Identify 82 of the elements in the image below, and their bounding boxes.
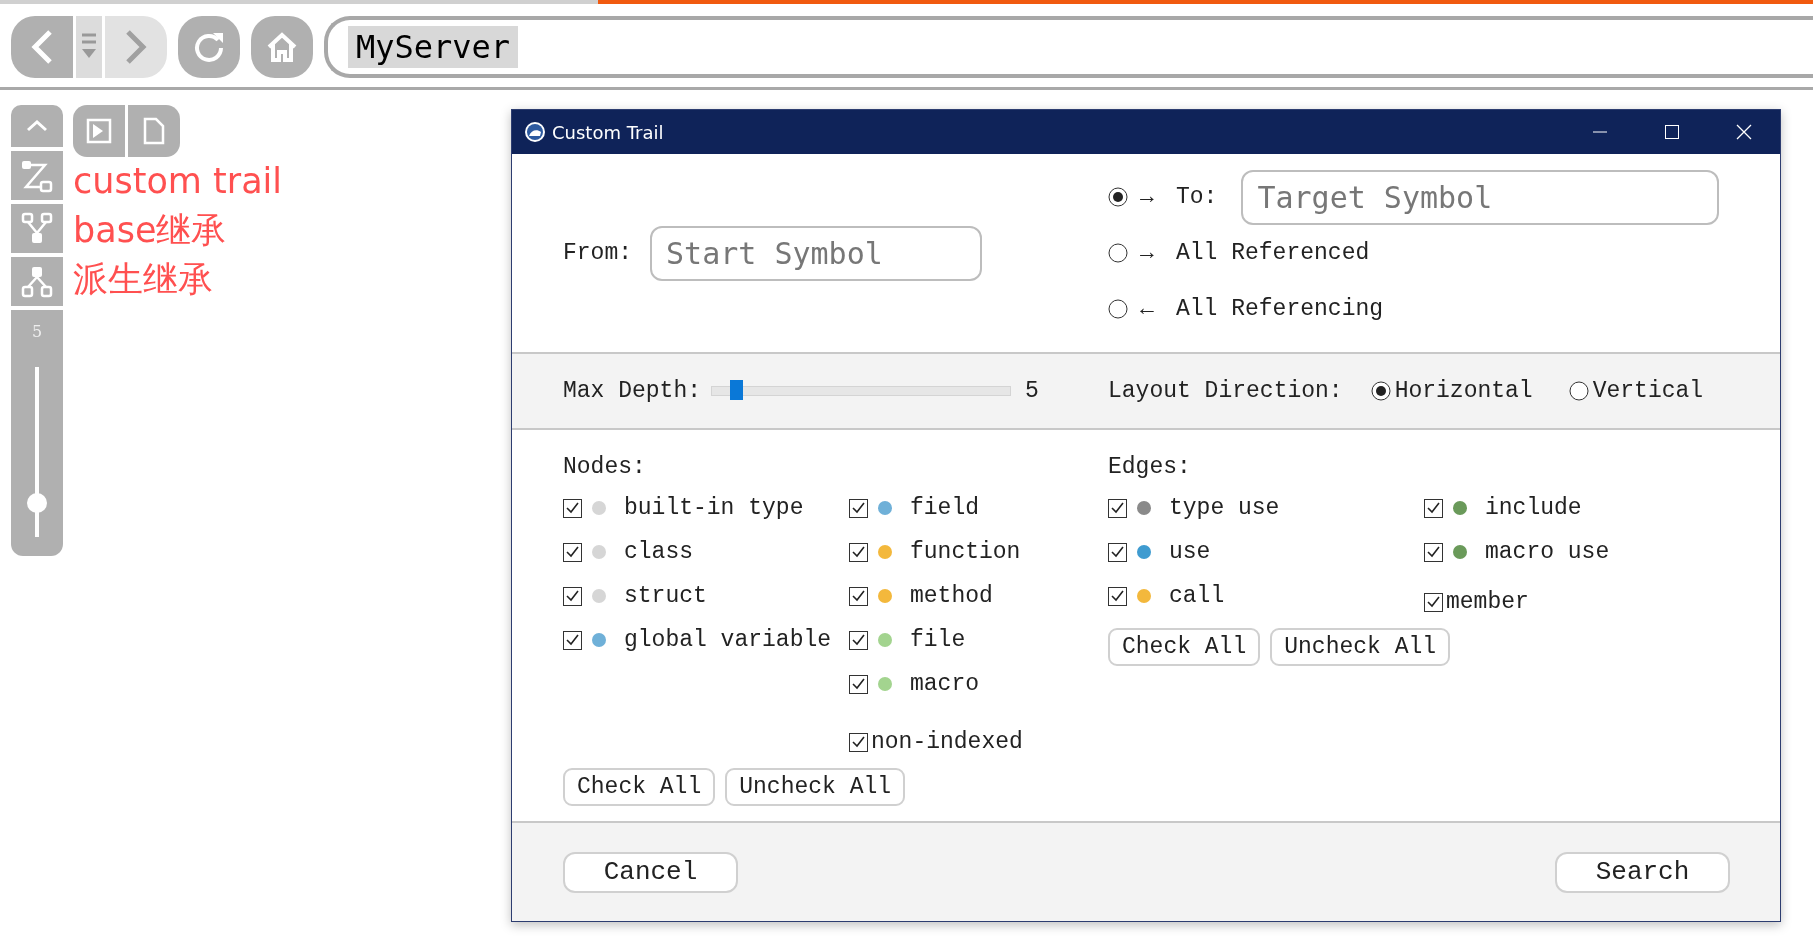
radio-button[interactable]: [1370, 381, 1391, 401]
slider-thumb[interactable]: [27, 493, 47, 513]
chevron-up-icon: [26, 120, 48, 132]
back-icon: [30, 29, 54, 65]
trail-icon: [20, 158, 54, 193]
checkbox-label: member: [1446, 589, 1529, 615]
checkbox[interactable]: [1424, 498, 1443, 518]
target-symbol-field[interactable]: Target Symbol: [1241, 169, 1720, 225]
checkbox-label: file: [910, 627, 966, 653]
from-label: From:: [563, 240, 632, 266]
checkbox-label: method: [910, 583, 993, 609]
option-label: To:: [1176, 184, 1218, 210]
section-title: Edges:: [1108, 453, 1192, 482]
checkbox[interactable]: [849, 498, 868, 518]
checkbox[interactable]: [1108, 542, 1127, 562]
arrow-label: →: [1140, 184, 1155, 210]
nodes-toggle-button[interactable]: Check All: [563, 768, 716, 806]
section-title: Nodes:: [563, 453, 647, 482]
checkbox-label: call: [1169, 583, 1225, 609]
checkbox[interactable]: [1108, 498, 1127, 518]
reload-icon: [193, 31, 225, 63]
annotation-label: 派生继承: [73, 258, 214, 301]
file-icon: [143, 117, 165, 145]
option-label: All Referenced: [1176, 240, 1370, 266]
maximize-icon: [1665, 125, 1679, 139]
nodes-toggle-button[interactable]: Uncheck All: [725, 768, 906, 806]
checkbox[interactable]: [849, 732, 868, 752]
checkbox-label: macro use: [1485, 539, 1610, 565]
checkbox[interactable]: [849, 586, 868, 606]
minimize-icon: [1593, 131, 1607, 133]
close-icon: [1736, 124, 1752, 140]
checkbox-label: non-indexed: [871, 729, 1023, 755]
hierarchy-up-icon: [20, 211, 54, 246]
arrow-label: →: [1140, 240, 1155, 266]
option-label: Horizontal: [1394, 378, 1533, 404]
radio-button[interactable]: [1108, 299, 1128, 319]
option-label: Vertical: [1592, 378, 1704, 404]
option-label: All Referencing: [1176, 296, 1384, 322]
terminal-icon: [86, 118, 112, 144]
checkbox[interactable]: [1424, 592, 1443, 612]
checkbox-label: global variable: [624, 627, 832, 653]
checkbox-label: include: [1485, 495, 1582, 521]
slider-thumb[interactable]: [729, 380, 743, 400]
checkbox-label: class: [624, 539, 693, 565]
checkbox[interactable]: [849, 542, 868, 562]
checkbox-label: struct: [624, 583, 707, 609]
forward-button[interactable]: [105, 16, 167, 78]
hierarchy-down-icon: [20, 264, 54, 299]
radio-button[interactable]: [1108, 243, 1128, 263]
annotation-label: base继承: [73, 209, 228, 252]
radio-button[interactable]: [1108, 187, 1128, 207]
checkbox[interactable]: [1424, 542, 1443, 562]
layout-direction-label: Layout Direction:: [1108, 378, 1343, 404]
window-title: Custom Trail: [552, 121, 665, 143]
checkbox-label: macro: [910, 671, 979, 697]
arrow-label: ←: [1140, 296, 1155, 322]
home-icon: [266, 31, 298, 63]
checkbox-label: function: [910, 539, 1021, 565]
address-field[interactable]: MyServer: [324, 16, 1813, 78]
forward-icon: [124, 29, 148, 65]
dialog-button[interactable]: Search: [1555, 851, 1730, 893]
checkbox-label: type use: [1169, 495, 1280, 521]
checkbox[interactable]: [849, 674, 868, 694]
max-depth-label: Max Depth:: [563, 378, 702, 404]
checkbox[interactable]: [849, 630, 868, 650]
checkbox-label: use: [1169, 539, 1211, 565]
start-symbol-field[interactable]: Start Symbol: [650, 225, 982, 281]
checkbox[interactable]: [563, 630, 582, 650]
checkbox[interactable]: [563, 586, 582, 606]
radio-button[interactable]: [1568, 381, 1589, 401]
annotation-label: custom trail: [73, 160, 283, 203]
edges-toggle-button[interactable]: Check All: [1108, 628, 1261, 666]
checkbox-label: built-in type: [624, 495, 804, 521]
depth-value: 5: [1025, 378, 1039, 404]
dialog-button[interactable]: Cancel: [563, 851, 738, 893]
app-icon: [524, 121, 546, 143]
checkbox[interactable]: [563, 542, 582, 562]
checkbox[interactable]: [1108, 586, 1127, 606]
checkbox[interactable]: [563, 498, 582, 518]
depth-value: 5: [31, 322, 43, 341]
edges-toggle-button[interactable]: Uncheck All: [1270, 628, 1451, 666]
checkbox-label: field: [910, 495, 979, 521]
